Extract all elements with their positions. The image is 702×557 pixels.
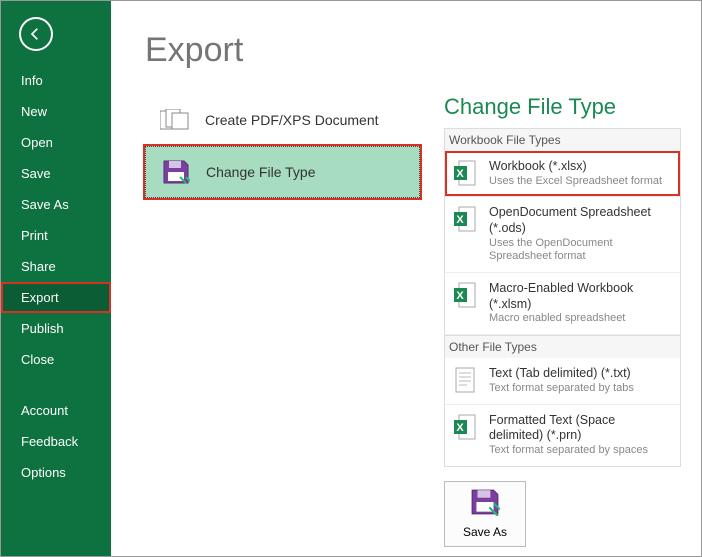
export-create-pdf-label: Create PDF/XPS Document (205, 112, 379, 128)
filetype-xlsm[interactable]: X Macro-Enabled Workbook (*.xlsm) Macro … (445, 273, 680, 335)
filetype-ods[interactable]: X OpenDocument Spreadsheet (*.ods) Uses … (445, 197, 680, 273)
export-change-file-type[interactable]: Change File Type (145, 146, 420, 198)
filetype-txt-desc: Text format separated by tabs (489, 382, 634, 396)
back-arrow-icon (28, 26, 44, 42)
svg-text:X: X (456, 168, 464, 180)
filetype-xlsx[interactable]: X Workbook (*.xlsx) Uses the Excel Sprea… (445, 151, 680, 197)
change-file-type-title: Change File Type (444, 94, 681, 120)
filetype-ods-desc: Uses the OpenDocument Spreadsheet format (489, 237, 672, 265)
export-change-file-type-label: Change File Type (206, 164, 315, 180)
svg-text:X: X (456, 290, 464, 302)
save-as-button[interactable]: Save As (444, 481, 526, 547)
svg-text:X: X (456, 214, 464, 226)
main-content: Export Create PDF/XPS Document Change Fi… (111, 1, 701, 556)
nav-options[interactable]: Options (1, 457, 111, 488)
pdf-icon (159, 106, 191, 134)
save-floppy-icon (160, 158, 192, 186)
nav-export[interactable]: Export (1, 282, 111, 313)
group-other-types: Other File Types (445, 335, 680, 358)
back-button[interactable] (19, 17, 53, 51)
excel-file-icon: X (451, 159, 479, 187)
file-type-panel: Change File Type Workbook File Types X W… (444, 94, 681, 547)
filetype-prn-title: Formatted Text (Space delimited) (*.prn) (489, 413, 672, 444)
filetype-txt-title: Text (Tab delimited) (*.txt) (489, 366, 634, 382)
save-floppy-icon (470, 488, 500, 519)
nav-account[interactable]: Account (1, 395, 111, 426)
nav-new[interactable]: New (1, 96, 111, 127)
filetype-xlsm-desc: Macro enabled spreadsheet (489, 312, 672, 326)
svg-text:X: X (456, 422, 464, 434)
nav-open[interactable]: Open (1, 127, 111, 158)
nav-share[interactable]: Share (1, 251, 111, 282)
nav-print[interactable]: Print (1, 220, 111, 251)
filetype-xlsx-title: Workbook (*.xlsx) (489, 159, 662, 175)
page-title: Export (145, 31, 681, 70)
export-options-column: Create PDF/XPS Document Change File Type (145, 94, 420, 547)
file-type-list: Workbook File Types X Workbook (*.xlsx) … (444, 128, 681, 467)
filetype-prn[interactable]: X Formatted Text (Space delimited) (*.pr… (445, 405, 680, 466)
backstage-sidebar: Info New Open Save Save As Print Share E… (1, 1, 111, 556)
save-as-label: Save As (463, 525, 507, 539)
group-workbook-types: Workbook File Types (445, 129, 680, 151)
excel-file-icon: X (451, 205, 479, 233)
nav-info[interactable]: Info (1, 65, 111, 96)
filetype-xlsx-desc: Uses the Excel Spreadsheet format (489, 175, 662, 189)
excel-file-icon: X (451, 413, 479, 441)
nav-close[interactable]: Close (1, 344, 111, 375)
filetype-txt[interactable]: Text (Tab delimited) (*.txt) Text format… (445, 358, 680, 404)
filetype-xlsm-title: Macro-Enabled Workbook (*.xlsm) (489, 281, 672, 312)
nav-publish[interactable]: Publish (1, 313, 111, 344)
nav-save-as[interactable]: Save As (1, 189, 111, 220)
filetype-prn-desc: Text format separated by spaces (489, 444, 672, 458)
excel-file-icon: X (451, 281, 479, 309)
text-file-icon (451, 366, 479, 394)
export-create-pdf[interactable]: Create PDF/XPS Document (145, 94, 420, 146)
filetype-ods-title: OpenDocument Spreadsheet (*.ods) (489, 205, 672, 236)
nav-save[interactable]: Save (1, 158, 111, 189)
nav-feedback[interactable]: Feedback (1, 426, 111, 457)
